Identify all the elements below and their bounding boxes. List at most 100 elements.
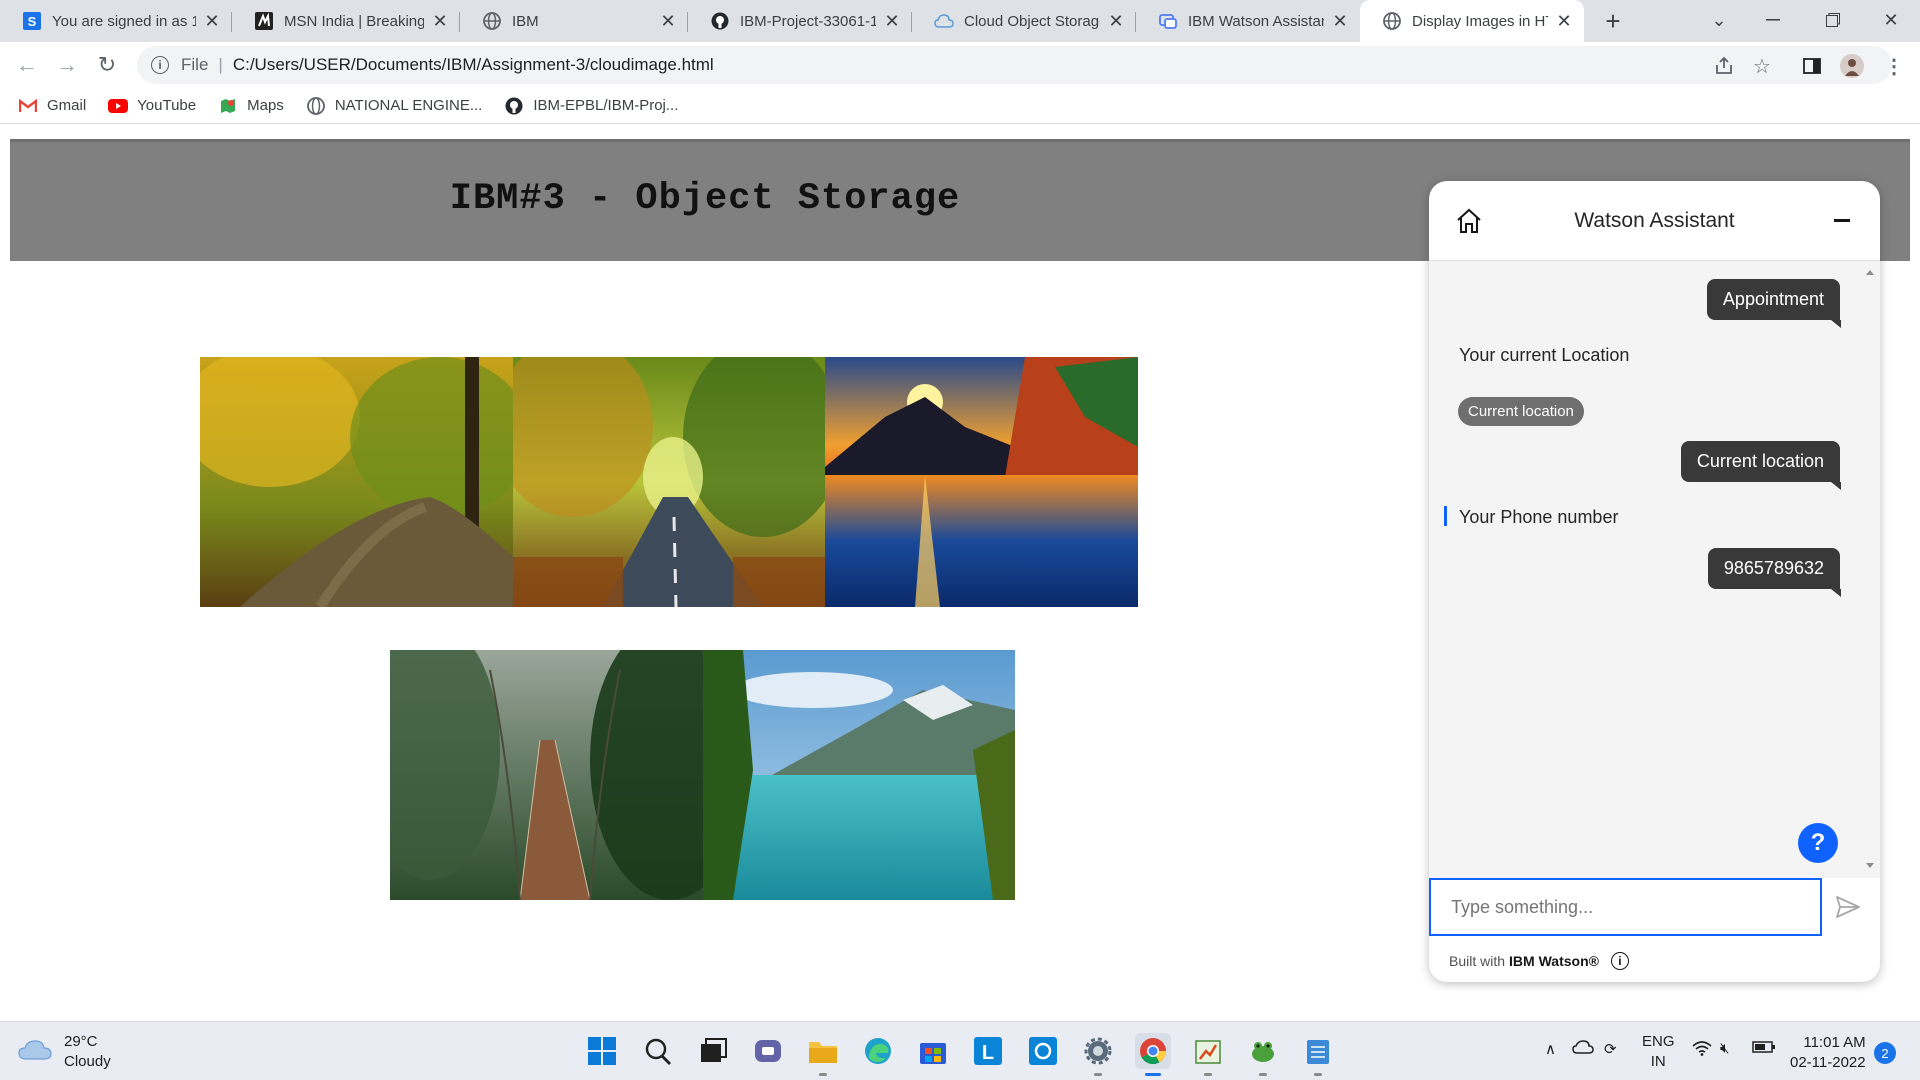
- forward-arrow-icon[interactable]: →: [52, 50, 82, 80]
- language-indicator[interactable]: ENG IN: [1642, 1032, 1675, 1072]
- cloud-favicon-icon: [934, 11, 954, 31]
- app-running-indicator: [1314, 1073, 1322, 1076]
- close-tab-icon[interactable]: ✕: [1554, 11, 1574, 31]
- address-bar[interactable]: i File | C:/Users/USER/Documents/IBM/Ass…: [137, 46, 1892, 84]
- cortana-app-icon[interactable]: [1025, 1033, 1061, 1069]
- tab-msn[interactable]: MSN India | Breaking ✕: [232, 0, 460, 42]
- battery-icon[interactable]: [1752, 1040, 1776, 1058]
- tab-strip: S You are signed in as 1 ✕ MSN India | B…: [0, 0, 1920, 42]
- bookmark-star-icon[interactable]: ☆: [1750, 54, 1774, 78]
- browser-menu-icon[interactable]: ⋮: [1882, 54, 1906, 78]
- current-location-chip[interactable]: Current location: [1458, 397, 1584, 426]
- volume-muted-icon[interactable]: 🔇︎: [1720, 1040, 1729, 1057]
- close-tab-icon[interactable]: ✕: [882, 11, 902, 31]
- close-tab-icon[interactable]: ✕: [1330, 11, 1350, 31]
- user-message: Current location: [1680, 441, 1842, 490]
- user-message: 9865789632: [1707, 548, 1842, 597]
- onedrive-cloud-icon[interactable]: [1572, 1040, 1594, 1058]
- side-panel-icon[interactable]: [1800, 54, 1824, 78]
- back-arrow-icon[interactable]: ←: [12, 50, 42, 80]
- tab-signed-in[interactable]: S You are signed in as 1 ✕: [0, 0, 232, 42]
- app-running-indicator: [1204, 1073, 1212, 1076]
- tab-cloud-object-storage[interactable]: Cloud Object Storage ✕: [912, 0, 1136, 42]
- rope-bridge-image: [390, 650, 703, 900]
- bookmark-youtube[interactable]: YouTube: [108, 96, 196, 116]
- teams-chat-icon[interactable]: [750, 1033, 786, 1069]
- l-app-icon[interactable]: L: [970, 1033, 1006, 1069]
- profile-avatar[interactable]: [1840, 54, 1864, 78]
- wifi-icon[interactable]: [1692, 1040, 1712, 1060]
- user-message: Appointment: [1706, 279, 1842, 328]
- github-icon: [504, 96, 524, 116]
- show-hidden-icons-chevron-icon[interactable]: ∧: [1545, 1040, 1556, 1058]
- sync-icon[interactable]: ⟳: [1604, 1040, 1617, 1058]
- turquoise-lake-image: [703, 650, 1015, 900]
- close-tab-icon[interactable]: ✕: [1106, 11, 1126, 31]
- windows-start-icon[interactable]: [584, 1033, 620, 1069]
- tab-title: IBM: [512, 12, 539, 30]
- bookmark-label: IBM-EPBL/IBM-Proj...: [533, 97, 679, 114]
- site-info-icon[interactable]: i: [151, 56, 169, 74]
- close-tab-icon[interactable]: ✕: [202, 11, 222, 31]
- svg-text:L: L: [982, 1042, 994, 1064]
- bookmark-ibm-epbl[interactable]: IBM-EPBL/IBM-Proj...: [504, 96, 678, 116]
- url-text[interactable]: C:/Users/USER/Documents/IBM/Assignment-3…: [233, 55, 714, 75]
- gmail-icon: [18, 96, 38, 116]
- help-button[interactable]: ?: [1798, 823, 1838, 863]
- bookmark-label: NATIONAL ENGINE...: [334, 97, 483, 114]
- paint-app-icon[interactable]: [1190, 1033, 1226, 1069]
- reload-icon[interactable]: ↻: [92, 50, 122, 80]
- minimize-window-icon[interactable]: [1748, 0, 1798, 40]
- bookmarks-bar: Gmail YouTube Maps NATIONAL ENGINE... IB…: [0, 88, 1920, 124]
- tab-github-project[interactable]: IBM-Project-33061-16 ✕: [688, 0, 912, 42]
- chat-message-input[interactable]: [1429, 878, 1822, 936]
- page-viewport: IBM#3 - Object Storage Watson Assistant …: [0, 125, 1920, 1022]
- microsoft-store-icon[interactable]: [915, 1033, 951, 1069]
- close-window-icon[interactable]: ✕: [1866, 0, 1916, 40]
- close-tab-icon[interactable]: ✕: [658, 11, 678, 31]
- home-icon[interactable]: [1453, 205, 1485, 237]
- msn-favicon-icon: [254, 11, 274, 31]
- svg-text:S: S: [28, 14, 37, 29]
- file-explorer-icon[interactable]: [805, 1033, 841, 1069]
- bot-message: Your Phone number: [1459, 507, 1619, 527]
- info-icon[interactable]: i: [1610, 952, 1629, 970]
- bot-message: Your current Location: [1459, 345, 1630, 365]
- weather-widget[interactable]: 29°C Cloudy: [18, 1032, 111, 1072]
- tab-title: MSN India | Breaking: [284, 12, 424, 30]
- frog-app-icon[interactable]: [1245, 1033, 1281, 1069]
- system-clock[interactable]: 11:01 AM 02-11-2022: [1790, 1033, 1866, 1073]
- edge-browser-icon[interactable]: [860, 1033, 896, 1069]
- notepad-icon[interactable]: [1300, 1033, 1336, 1069]
- watson-footer: Built with IBM Watson® i: [1449, 952, 1629, 970]
- windows-taskbar: 29°C Cloudy L ∧ ⟳ ENG IN 🔇︎ 11:01 AM 02-…: [0, 1021, 1920, 1080]
- task-view-icon[interactable]: [695, 1033, 731, 1069]
- tab-ibm[interactable]: IBM ✕: [460, 0, 688, 42]
- settings-gear-icon[interactable]: [1080, 1033, 1116, 1069]
- search-icon[interactable]: [640, 1033, 676, 1069]
- watson-assistant-widget: Watson Assistant Appointment Your curren…: [1429, 181, 1880, 982]
- s-favicon-icon: S: [22, 11, 42, 31]
- restore-window-icon[interactable]: [1808, 0, 1858, 40]
- minimize-chat-icon[interactable]: [1834, 219, 1850, 222]
- tab-search-chevron-icon[interactable]: ⌄: [1694, 0, 1744, 40]
- page-title: IBM#3 - Object Storage: [449, 178, 961, 220]
- tab-title: IBM-Project-33061-16: [740, 12, 876, 30]
- tab-display-images[interactable]: Display Images in HTI ✕: [1360, 0, 1584, 42]
- bookmark-national-engine[interactable]: NATIONAL ENGINE...: [306, 96, 483, 116]
- app-active-indicator: [1145, 1073, 1161, 1076]
- clock-date: 02-11-2022: [1790, 1054, 1866, 1071]
- language-line2: IN: [1650, 1053, 1666, 1070]
- bookmark-maps[interactable]: Maps: [218, 96, 284, 116]
- globe-icon: [306, 96, 326, 116]
- app-running-indicator: [1259, 1073, 1267, 1076]
- bookmark-gmail[interactable]: Gmail: [18, 96, 86, 116]
- tab-watson-assistant[interactable]: IBM Watson Assistant ✕: [1136, 0, 1360, 42]
- close-tab-icon[interactable]: ✕: [430, 11, 450, 31]
- chrome-browser-icon[interactable]: [1135, 1033, 1171, 1069]
- share-icon[interactable]: [1712, 54, 1736, 78]
- new-tab-button[interactable]: +: [1598, 6, 1628, 36]
- notification-badge[interactable]: 2: [1874, 1042, 1896, 1064]
- send-icon[interactable]: [1834, 893, 1862, 921]
- chat-scrollbar[interactable]: [1866, 269, 1874, 869]
